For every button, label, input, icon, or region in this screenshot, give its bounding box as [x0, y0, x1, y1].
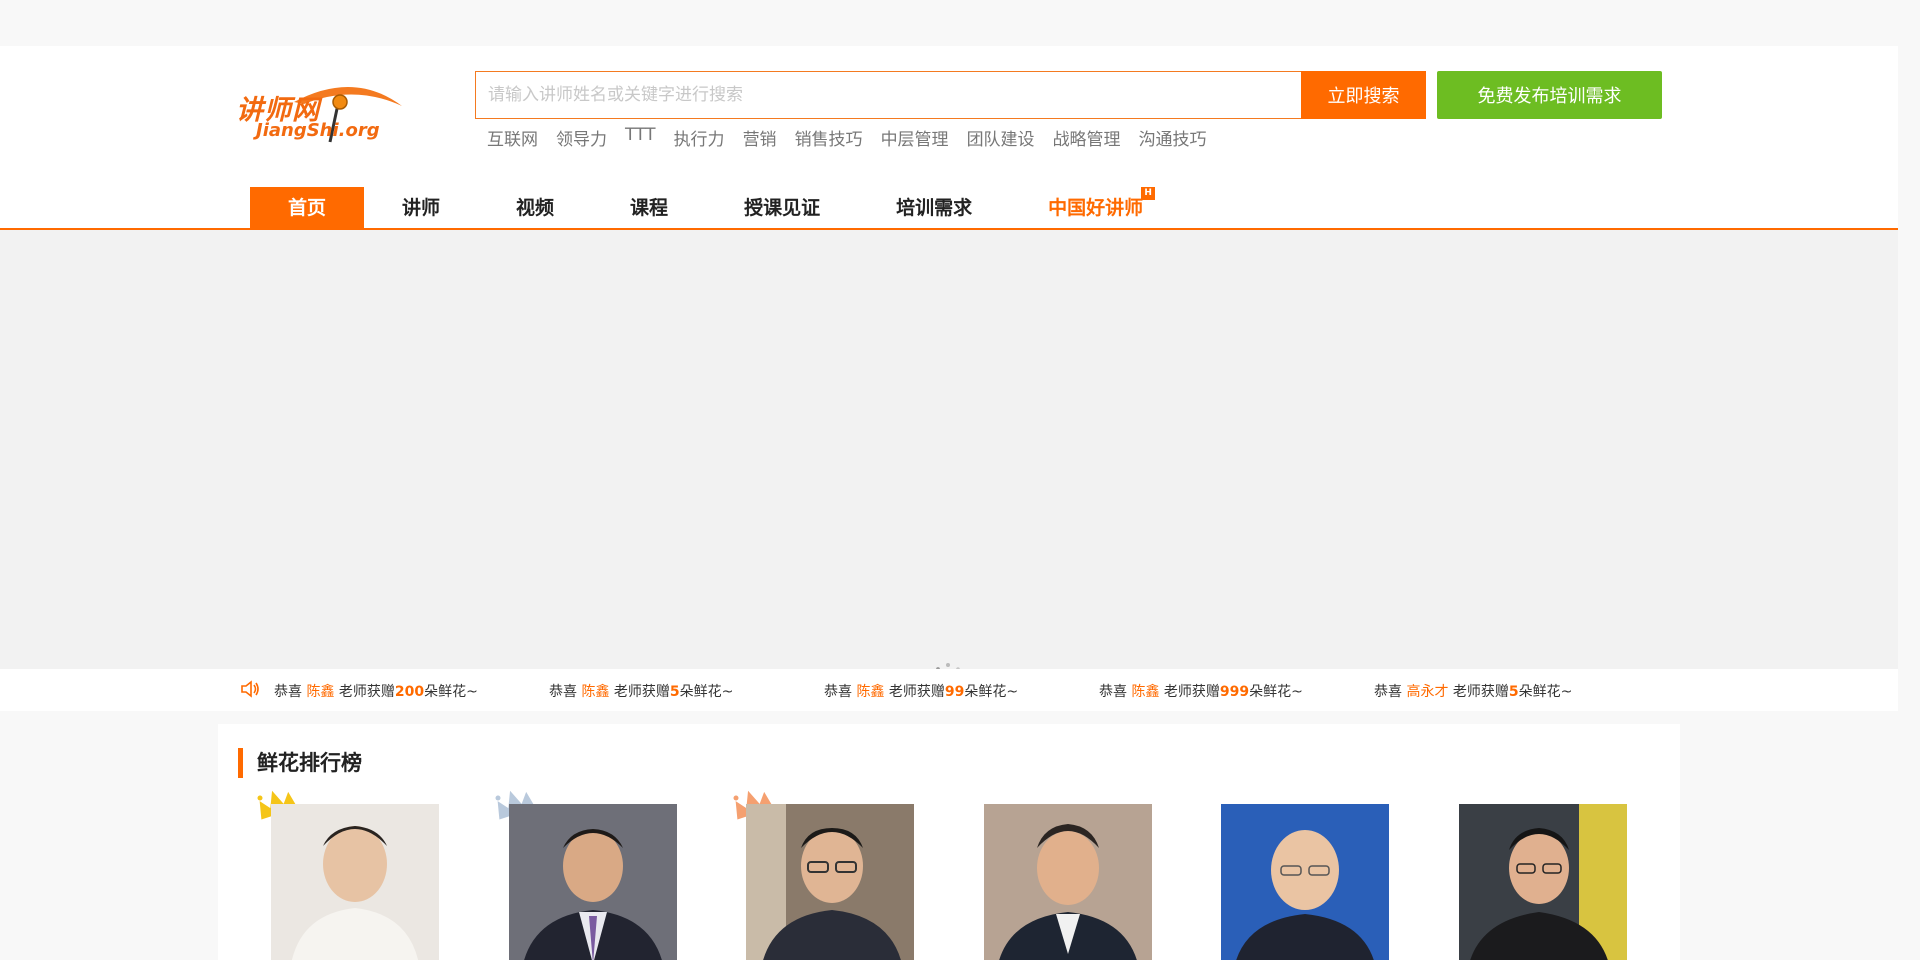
lecturer-name-link[interactable]: 陈鑫: [581, 684, 609, 700]
ticker-message: 恭喜 高永才 老师获赠5朵鲜花~: [1374, 681, 1649, 701]
msg-prefix: 恭喜: [1099, 684, 1132, 700]
lecturer-card[interactable]: [509, 804, 677, 960]
publish-demand-button[interactable]: 免费发布培训需求: [1437, 71, 1662, 119]
nav-item-videos[interactable]: 视频: [478, 187, 592, 229]
site-logo[interactable]: 讲师网 JiangShi.org: [234, 74, 404, 144]
msg-suffix: 朵鲜花~: [1518, 684, 1573, 700]
lecturer-photo: [509, 804, 677, 960]
flower-count: 5: [1508, 684, 1519, 700]
ticker-message: 恭喜 陈鑫 老师获赠5朵鲜花~: [549, 681, 824, 701]
flower-count: 5: [669, 684, 680, 700]
nav-item-lecturers[interactable]: 讲师: [364, 187, 478, 229]
lecturer-photo: [1221, 804, 1389, 960]
lecturer-photo: [746, 804, 914, 960]
lecturer-photo: [984, 804, 1152, 960]
hotword-link[interactable]: 中层管理: [881, 125, 949, 150]
section-title: 鲜花排行榜: [238, 748, 362, 778]
hotword-link[interactable]: 互联网: [487, 125, 538, 150]
flower-count: 99: [944, 684, 965, 700]
nav-item-good-lecturer[interactable]: 中国好讲师 H: [1010, 187, 1181, 229]
nav-item-testimonials[interactable]: 授课见证: [706, 187, 858, 229]
hotword-link[interactable]: TTT: [625, 125, 656, 150]
flower-count: 999: [1219, 684, 1250, 700]
hotword-link[interactable]: 执行力: [674, 125, 725, 150]
hotword-link[interactable]: 团队建设: [967, 125, 1035, 150]
msg-middle: 老师获赠: [609, 684, 670, 700]
msg-prefix: 恭喜: [824, 684, 857, 700]
lecturer-photo: [1459, 804, 1627, 960]
hot-badge: H: [1141, 187, 1156, 200]
ticker-message: 恭喜 陈鑫 老师获赠999朵鲜花~: [1099, 681, 1374, 701]
lecturer-card[interactable]: [1459, 804, 1627, 960]
hotword-link[interactable]: 沟通技巧: [1139, 125, 1207, 150]
logo-text-en: JiangShi.org: [256, 120, 380, 141]
nav-item-good-lecturer-label: 中国好讲师: [1048, 197, 1144, 219]
gift-ticker: 恭喜 陈鑫 老师获赠200朵鲜花~ 恭喜 陈鑫 老师获赠5朵鲜花~ 恭喜 陈鑫 …: [0, 669, 1898, 711]
hotword-link[interactable]: 领导力: [556, 125, 607, 150]
ticker-message: 恭喜 陈鑫 老师获赠200朵鲜花~: [274, 681, 549, 701]
hotword-link[interactable]: 营销: [743, 125, 777, 150]
top-band: [0, 0, 1920, 46]
msg-suffix: 朵鲜花~: [679, 684, 734, 700]
lecturer-card[interactable]: [1221, 804, 1389, 960]
lecturer-name-link[interactable]: 陈鑫: [856, 684, 884, 700]
ticker-messages: 恭喜 陈鑫 老师获赠200朵鲜花~ 恭喜 陈鑫 老师获赠5朵鲜花~ 恭喜 陈鑫 …: [274, 681, 1649, 701]
nav-item-home[interactable]: 首页: [250, 187, 365, 229]
lecturer-card[interactable]: [746, 804, 914, 960]
msg-suffix: 朵鲜花~: [1249, 684, 1303, 700]
search-box: 立即搜索: [475, 71, 1426, 119]
msg-prefix: 恭喜: [1374, 684, 1407, 700]
lecturer-card[interactable]: [984, 804, 1152, 960]
hot-keywords: 互联网 领导力 TTT 执行力 营销 销售技巧 中层管理 团队建设 战略管理 沟…: [487, 125, 1207, 150]
lecturer-name-link[interactable]: 高永才: [1406, 684, 1448, 700]
flower-count: 200: [394, 684, 425, 700]
lecturer-name-link[interactable]: 陈鑫: [1131, 684, 1159, 700]
msg-middle: 老师获赠: [334, 684, 395, 700]
banner-carousel[interactable]: [0, 230, 1898, 695]
ticker-message: 恭喜 陈鑫 老师获赠99朵鲜花~: [824, 681, 1099, 701]
msg-middle: 老师获赠: [1448, 684, 1509, 700]
msg-prefix: 恭喜: [274, 684, 307, 700]
main-nav: 首页 讲师 视频 课程 授课见证 培训需求 中国好讲师 H: [250, 187, 1181, 229]
lecturer-photo: [271, 804, 439, 960]
nav-item-courses[interactable]: 课程: [592, 187, 706, 229]
lecturer-name-link[interactable]: 陈鑫: [306, 684, 334, 700]
msg-prefix: 恭喜: [549, 684, 582, 700]
msg-middle: 老师获赠: [884, 684, 945, 700]
hotword-link[interactable]: 战略管理: [1053, 125, 1121, 150]
hotword-link[interactable]: 销售技巧: [795, 125, 863, 150]
search-input[interactable]: [476, 72, 1286, 118]
msg-suffix: 朵鲜花~: [964, 684, 1019, 700]
msg-suffix: 朵鲜花~: [424, 684, 478, 700]
nav-item-training-demand[interactable]: 培训需求: [858, 187, 1010, 229]
lecturer-card[interactable]: [271, 804, 439, 960]
speaker-icon: [241, 680, 259, 698]
search-button[interactable]: 立即搜索: [1301, 71, 1426, 119]
msg-middle: 老师获赠: [1159, 684, 1220, 700]
